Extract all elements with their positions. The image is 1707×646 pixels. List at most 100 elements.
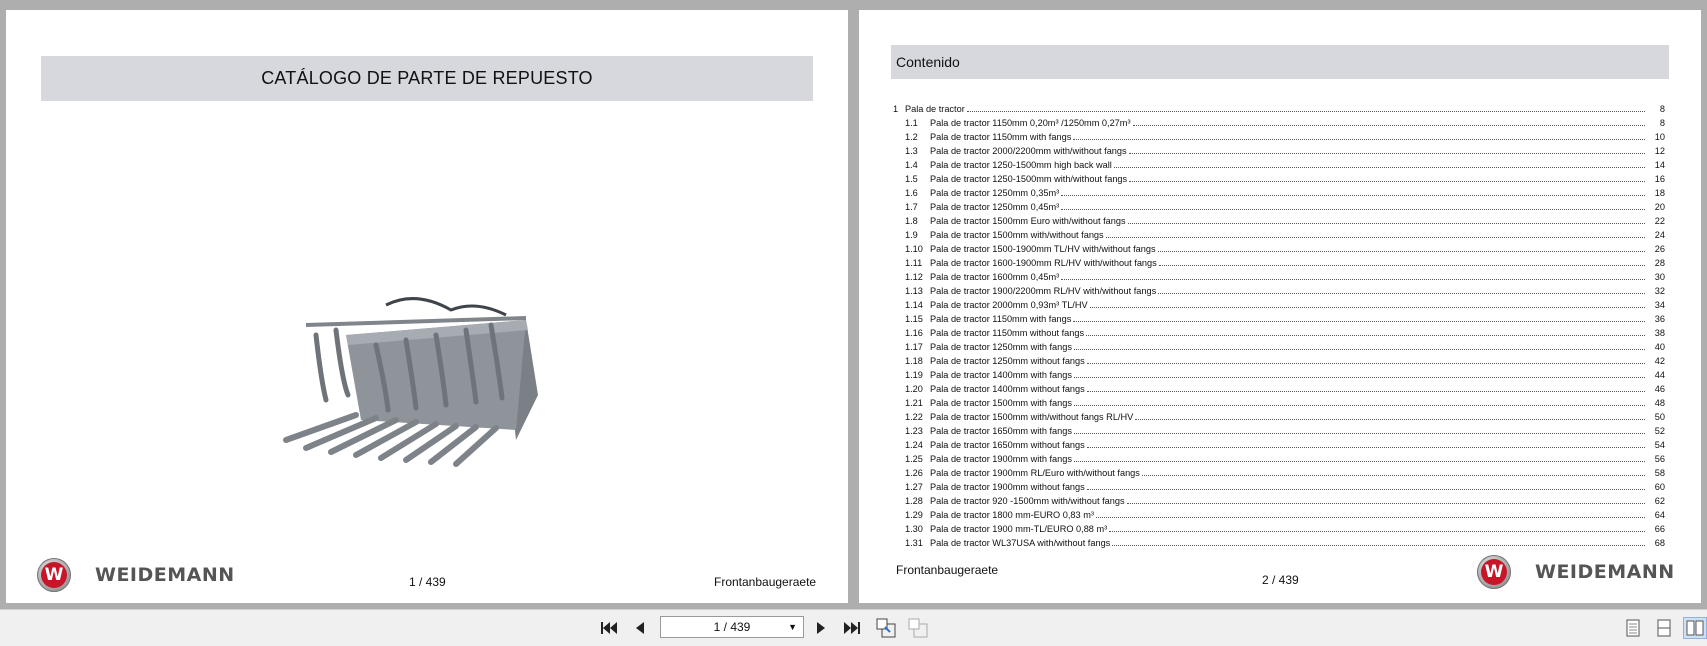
toc-entry-page: 10 — [1654, 132, 1665, 142]
toc-entry[interactable]: 1.18 Pala de tractor 1250mm without fangs… — [893, 354, 1665, 368]
toc-entry[interactable]: 1.6 Pala de tractor 1250mm 0,35m³ 18 — [893, 186, 1665, 200]
toc-entry-page: 12 — [1654, 146, 1665, 156]
toc-leader-dots — [1086, 326, 1645, 336]
toc-entry[interactable]: 1.29 Pala de tractor 1800 mm-EURO 0,83 m³… — [893, 508, 1665, 522]
fit-width-icon[interactable] — [906, 617, 930, 639]
toc-entry-title: Pala de tractor 2000mm 0,93m³ TL/HV — [930, 300, 1088, 310]
toc-entry[interactable]: 1.14 Pala de tractor 2000mm 0,93m³ TL/HV 3… — [893, 298, 1665, 312]
toc-entry[interactable]: 1.20 Pala de tractor 1400mm without fangs… — [893, 382, 1665, 396]
toc-entry[interactable]: 1.21 Pala de tractor 1500mm with fangs 48 — [893, 396, 1665, 410]
toc-entry-number: 1.7 — [905, 202, 918, 212]
toc-entry-number: 1.14 — [905, 300, 923, 310]
grapple-bucket-image — [283, 297, 538, 467]
toc-entry-number: 1.4 — [905, 160, 918, 170]
toc-entry-number: 1.30 — [905, 524, 923, 534]
toc-entry-page: 34 — [1654, 300, 1665, 310]
toc-leader-dots — [1061, 270, 1645, 280]
toc-entry[interactable]: 1.10 Pala de tractor 1500-1900mm TL/HV wi… — [893, 242, 1665, 256]
next-page-icon[interactable] — [809, 617, 833, 639]
toc-entry[interactable]: 1.3 Pala de tractor 2000/2200mm with/with… — [893, 144, 1665, 158]
toc-entry-title: Pala de tractor 1400mm with fangs — [930, 370, 1072, 380]
toc-entry-page: 56 — [1654, 454, 1665, 464]
toc-entry-page: 54 — [1654, 440, 1665, 450]
toc-leader-dots — [1132, 116, 1645, 126]
toc-leader-dots — [1141, 466, 1645, 476]
toc-entry-number: 1.26 — [905, 468, 923, 478]
continuous-view-icon[interactable] — [1652, 617, 1676, 639]
toc-entry-number: 1.21 — [905, 398, 923, 408]
toc-entry[interactable]: 1.15 Pala de tractor 1150mm with fangs 36 — [893, 312, 1665, 326]
toc-leader-dots — [1089, 298, 1645, 308]
toc-entry-number: 1.22 — [905, 412, 923, 422]
last-page-icon[interactable] — [840, 617, 864, 639]
toc-entry[interactable]: 1.13 Pala de tractor 1900/2200mm RL/HV wi… — [893, 284, 1665, 298]
toc-entry-number: 1.13 — [905, 286, 923, 296]
toc-leader-dots — [1127, 214, 1645, 224]
page-number-field[interactable]: 1 / 439 ▼ — [660, 616, 804, 638]
toc-entry-page: 20 — [1654, 202, 1665, 212]
toc-entry[interactable]: 1.7 Pala de tractor 1250mm 0,45m³ 20 — [893, 200, 1665, 214]
toc-entry[interactable]: 1.12 Pala de tractor 1600mm 0,45m³ 30 — [893, 270, 1665, 284]
toc-entry-title: Pala de tractor 1500mm with fangs — [930, 398, 1072, 408]
toc-leader-dots — [1073, 424, 1645, 434]
toc-leader-dots — [1095, 508, 1645, 518]
toc-leader-dots — [1073, 312, 1645, 322]
toc-leader-dots — [1073, 340, 1645, 350]
footer-section-name: Frontanbaugeraete — [714, 575, 817, 589]
toc-leader-dots — [1158, 256, 1645, 266]
toc-entry-page: 14 — [1654, 160, 1665, 170]
page-number-field-value: 1 / 439 — [713, 620, 751, 634]
toc-leader-dots — [1129, 172, 1645, 182]
toc-entry-number: 1 — [893, 104, 899, 114]
toc-entry[interactable]: 1.4 Pala de tractor 1250-1500mm high back… — [893, 158, 1665, 172]
toc-leader-dots — [1073, 452, 1645, 462]
toc-entry[interactable]: 1.26 Pala de tractor 1900mm RL/Euro with/… — [893, 466, 1665, 480]
toc-entry-number: 1.15 — [905, 314, 923, 324]
toc-entry-number: 1.17 — [905, 342, 923, 352]
toc-entry[interactable]: 1.27 Pala de tractor 1900mm without fangs… — [893, 480, 1665, 494]
toc-entry[interactable]: 1.31 Pala de tractor WL37USA with/without… — [893, 536, 1665, 550]
toc-entry-page: 8 — [1659, 104, 1665, 114]
toc-entry[interactable]: 1.16 Pala de tractor 1150mm without fangs… — [893, 326, 1665, 340]
toc-entry[interactable]: 1.19 Pala de tractor 1400mm with fangs 44 — [893, 368, 1665, 382]
toc-entry[interactable]: 1.5 Pala de tractor 1250-1500mm with/with… — [893, 172, 1665, 186]
toc-entry-page: 18 — [1654, 188, 1665, 198]
toc-entry-page: 42 — [1654, 356, 1665, 366]
weidemann-logo: W WEIDEMANN — [1477, 555, 1675, 589]
toc-entry-number: 1.12 — [905, 272, 923, 282]
toc-entry[interactable]: 1.22 Pala de tractor 1500mm with/without … — [893, 410, 1665, 424]
toc-entry[interactable]: 1.11 Pala de tractor 1600-1900mm RL/HV wi… — [893, 256, 1665, 270]
toc-entry-title: Pala de tractor 2000/2200mm with/without… — [930, 146, 1127, 156]
two-page-view-icon[interactable] — [1683, 617, 1707, 639]
toc-entry-page: 46 — [1654, 384, 1665, 394]
fit-page-icon[interactable] — [874, 617, 898, 639]
chevron-down-icon[interactable]: ▼ — [788, 622, 797, 632]
single-page-view-icon[interactable] — [1621, 617, 1645, 639]
toc-entry[interactable]: 1.1 Pala de tractor 1150mm 0,20m³ /1250mm… — [893, 116, 1665, 130]
toc-entry-page: 26 — [1654, 244, 1665, 254]
toc-entry-page: 28 — [1654, 258, 1665, 268]
toc-entry-title: Pala de tractor 1900/2200mm RL/HV with/w… — [930, 286, 1157, 296]
toc-entry[interactable]: 1.28 Pala de tractor 920 -1500mm with/wit… — [893, 494, 1665, 508]
first-page-icon[interactable] — [597, 617, 621, 639]
toc-entry-number: 1.23 — [905, 426, 923, 436]
toc-entry-page: 52 — [1654, 426, 1665, 436]
toc-leader-dots — [1086, 480, 1645, 490]
toc-entry[interactable]: 1.9 Pala de tractor 1500mm with/without f… — [893, 228, 1665, 242]
toc-entry[interactable]: 1.8 Pala de tractor 1500mm Euro with/with… — [893, 214, 1665, 228]
toc-entry[interactable]: 1.30 Pala de tractor 1900 mm-TL/EURO 0,88… — [893, 522, 1665, 536]
toc-leader-dots — [1086, 382, 1645, 392]
toc-entry[interactable]: 1.23 Pala de tractor 1650mm with fangs 52 — [893, 424, 1665, 438]
toc-entry-page: 32 — [1654, 286, 1665, 296]
toc-entry[interactable]: 1 Pala de tractor 8 — [893, 102, 1665, 116]
toc-entry-number: 1.16 — [905, 328, 923, 338]
toc-entry[interactable]: 1.2 Pala de tractor 1150mm with fangs 10 — [893, 130, 1665, 144]
previous-page-icon[interactable] — [628, 617, 652, 639]
toc-entry-page: 8 — [1659, 118, 1665, 128]
toc-entry-title: Pala de tractor 1500-1900mm TL/HV with/w… — [930, 244, 1156, 254]
contents-heading: Contenido — [891, 45, 1669, 79]
toc-entry[interactable]: 1.25 Pala de tractor 1900mm with fangs 56 — [893, 452, 1665, 466]
document-page-1: CATÁLOGO DE PARTE DE REPUESTO W WEIDEMAN… — [6, 10, 848, 603]
toc-entry[interactable]: 1.17 Pala de tractor 1250mm with fangs 40 — [893, 340, 1665, 354]
toc-entry[interactable]: 1.24 Pala de tractor 1650mm without fangs… — [893, 438, 1665, 452]
